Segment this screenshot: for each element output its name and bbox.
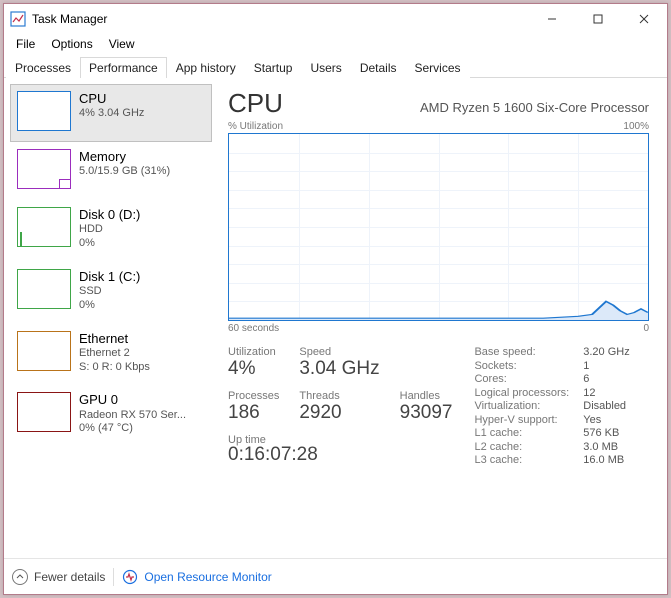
footer-separator xyxy=(113,568,114,586)
logproc-k: Logical processors: xyxy=(474,387,569,399)
thr-value: 2920 xyxy=(299,402,379,424)
sidebar-disk1-sub2: 0% xyxy=(79,299,140,313)
logproc-v: 12 xyxy=(583,387,629,399)
window-title: Task Manager xyxy=(32,12,107,26)
minimize-button[interactable] xyxy=(529,4,575,34)
disk1-thumb-icon xyxy=(17,269,71,309)
cpu-info-table: Base speed: 3.20 GHz Sockets: 1 Cores: 6 Lo… xyxy=(474,346,629,466)
chevron-up-icon xyxy=(12,569,28,585)
tabstrip: Processes Performance App history Startu… xyxy=(4,56,667,78)
cpu-thumb-icon xyxy=(17,91,71,131)
sidebar-gpu-title: GPU 0 xyxy=(79,392,186,408)
sidebar-item-gpu0[interactable]: GPU 0 Radeon RX 570 Ser... 0% (47 °C) xyxy=(10,385,212,447)
sidebar-disk1-sub1: SSD xyxy=(79,285,140,299)
sidebar-gpu-sub2: 0% (47 °C) xyxy=(79,422,186,436)
sidebar-item-cpu[interactable]: CPU 4% 3.04 GHz xyxy=(10,84,212,142)
sidebar-item-disk1[interactable]: Disk 1 (C:) SSD 0% xyxy=(10,262,212,324)
memory-thumb-icon xyxy=(17,149,71,189)
sidebar-disk0-title: Disk 0 (D:) xyxy=(79,207,140,223)
ethernet-thumb-icon xyxy=(17,331,71,371)
hyperv-k: Hyper-V support: xyxy=(474,414,569,426)
hnd-label: Handles xyxy=(400,390,453,402)
graph-label-topleft: % Utilization xyxy=(228,121,283,132)
sidebar-item-memory[interactable]: Memory 5.0/15.9 GB (31%) xyxy=(10,142,212,200)
cores-k: Cores: xyxy=(474,373,569,385)
open-resource-monitor-label: Open Resource Monitor xyxy=(144,570,271,584)
hnd-value: 93097 xyxy=(400,402,453,424)
sidebar-item-ethernet[interactable]: Ethernet Ethernet 2 S: 0 R: 0 Kbps xyxy=(10,324,212,386)
speed-label: Speed xyxy=(299,346,379,358)
open-resource-monitor-link[interactable]: Open Resource Monitor xyxy=(122,569,271,585)
base-speed-k: Base speed: xyxy=(474,346,569,358)
graph-label-botright: 0 xyxy=(643,323,649,334)
l3-k: L3 cache: xyxy=(474,454,569,466)
sidebar-cpu-title: CPU xyxy=(79,91,144,107)
sidebar-disk0-sub2: 0% xyxy=(79,237,140,251)
menu-options[interactable]: Options xyxy=(43,35,100,53)
tab-processes[interactable]: Processes xyxy=(6,57,80,78)
cpu-model: AMD Ryzen 5 1600 Six-Core Processor xyxy=(420,100,649,115)
virt-k: Virtualization: xyxy=(474,400,569,412)
footer: Fewer details Open Resource Monitor xyxy=(4,558,667,594)
l1-k: L1 cache: xyxy=(474,427,569,439)
virt-v: Disabled xyxy=(583,400,629,412)
hyperv-v: Yes xyxy=(583,414,629,426)
cores-v: 6 xyxy=(583,373,629,385)
graph-label-topright: 100% xyxy=(623,121,649,132)
cpu-utilization-graph[interactable] xyxy=(228,133,649,321)
titlebar: Task Manager xyxy=(4,4,667,34)
fewer-details-button[interactable]: Fewer details xyxy=(12,569,105,585)
sidebar-eth-title: Ethernet xyxy=(79,331,150,347)
sockets-k: Sockets: xyxy=(474,360,569,372)
tab-performance[interactable]: Performance xyxy=(80,57,167,78)
base-speed-v: 3.20 GHz xyxy=(583,346,629,358)
gpu-thumb-icon xyxy=(17,392,71,432)
sidebar-eth-sub2: S: 0 R: 0 Kbps xyxy=(79,361,150,375)
sidebar-item-disk0[interactable]: Disk 0 (D:) HDD 0% xyxy=(10,200,212,262)
graph-label-botleft: 60 seconds xyxy=(228,323,279,334)
tab-users[interactable]: Users xyxy=(301,57,350,78)
sidebar-mem-title: Memory xyxy=(79,149,170,165)
resource-monitor-icon xyxy=(122,569,138,585)
speed-value: 3.04 GHz xyxy=(299,358,379,380)
sidebar-disk0-sub1: HDD xyxy=(79,223,140,237)
util-value: 4% xyxy=(228,358,279,380)
task-manager-window: Task Manager File Options View Processes… xyxy=(3,3,668,595)
detail-pane: CPU AMD Ryzen 5 1600 Six-Core Processor … xyxy=(214,78,667,558)
uptime-value: 0:16:07:28 xyxy=(228,444,452,466)
menubar: File Options View xyxy=(4,34,667,54)
tab-details[interactable]: Details xyxy=(351,57,406,78)
close-button[interactable] xyxy=(621,4,667,34)
l1-v: 576 KB xyxy=(583,427,629,439)
menu-file[interactable]: File xyxy=(8,35,43,53)
sidebar-disk1-title: Disk 1 (C:) xyxy=(79,269,140,285)
cpu-trace-line xyxy=(229,134,648,320)
tab-services[interactable]: Services xyxy=(406,57,470,78)
l2-v: 3.0 MB xyxy=(583,441,629,453)
l3-v: 16.0 MB xyxy=(583,454,629,466)
sidebar-cpu-sub: 4% 3.04 GHz xyxy=(79,107,144,121)
sidebar: CPU 4% 3.04 GHz Memory 5.0/15.9 GB (31%)… xyxy=(4,78,214,558)
sidebar-mem-sub: 5.0/15.9 GB (31%) xyxy=(79,165,170,179)
maximize-button[interactable] xyxy=(575,4,621,34)
detail-heading: CPU xyxy=(228,88,283,119)
tab-startup[interactable]: Startup xyxy=(245,57,302,78)
tab-apphistory[interactable]: App history xyxy=(167,57,245,78)
disk0-thumb-icon xyxy=(17,207,71,247)
fewer-details-label: Fewer details xyxy=(34,570,105,584)
app-icon xyxy=(10,11,26,27)
sidebar-gpu-sub1: Radeon RX 570 Ser... xyxy=(79,409,186,423)
sidebar-eth-sub1: Ethernet 2 xyxy=(79,347,150,361)
body: CPU 4% 3.04 GHz Memory 5.0/15.9 GB (31%)… xyxy=(4,78,667,558)
thr-label: Threads xyxy=(299,390,379,402)
proc-label: Processes xyxy=(228,390,279,402)
proc-value: 186 xyxy=(228,402,279,424)
sockets-v: 1 xyxy=(583,360,629,372)
menu-view[interactable]: View xyxy=(101,35,143,53)
l2-k: L2 cache: xyxy=(474,441,569,453)
util-label: Utilization xyxy=(228,346,279,358)
